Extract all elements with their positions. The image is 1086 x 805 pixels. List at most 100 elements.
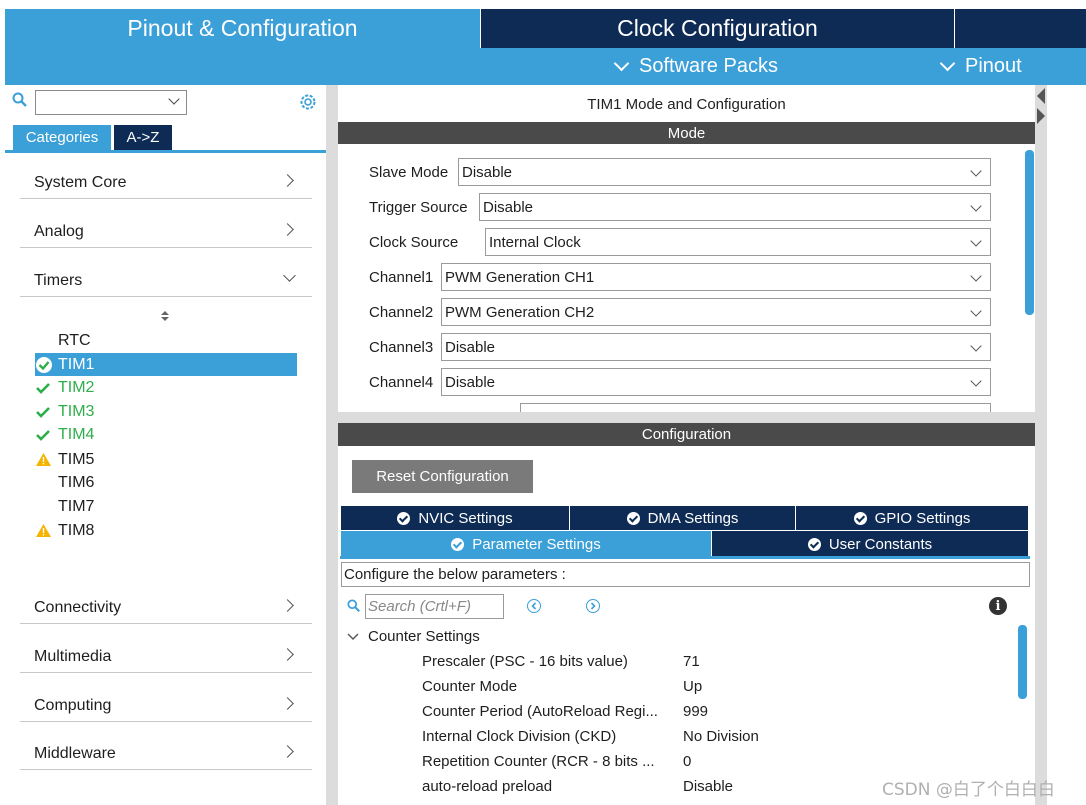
- chevron-right-icon: [281, 223, 294, 236]
- category-computing[interactable]: Computing: [20, 674, 312, 722]
- channel4-select[interactable]: Disable: [441, 368, 991, 396]
- mode-config-title: TIM1 Mode and Configuration: [587, 95, 786, 113]
- category-middleware[interactable]: Middleware: [20, 722, 312, 770]
- trigger-source-select[interactable]: Disable: [479, 193, 991, 221]
- param-value[interactable]: Disable: [683, 774, 733, 799]
- timer-label: TIM2: [58, 378, 95, 396]
- chevron-down-icon: [283, 269, 296, 282]
- timer-item-tim3[interactable]: TIM3: [35, 400, 297, 423]
- channel4-label: Channel4: [369, 373, 434, 391]
- mode-scrollbar[interactable]: [1025, 150, 1034, 315]
- timer-item-tim6[interactable]: TIM6: [35, 471, 297, 494]
- select-value: PWM Generation CH2: [445, 303, 595, 321]
- tab-gpio-settings[interactable]: GPIO Settings: [796, 506, 1028, 530]
- tab-parameter-settings[interactable]: Parameter Settings: [341, 531, 711, 557]
- category-multimedia[interactable]: Multimedia: [20, 625, 312, 673]
- gear-icon[interactable]: [298, 92, 318, 116]
- timer-label: RTC: [58, 331, 91, 349]
- search-icon: [347, 599, 361, 617]
- timer-item-tim8[interactable]: TIM8: [35, 519, 297, 542]
- tab-label: GPIO Settings: [874, 509, 971, 527]
- section-divider[interactable]: [338, 412, 1035, 423]
- parameter-search-input[interactable]: Search (Crtl+F): [365, 594, 504, 619]
- category-label: Connectivity: [34, 599, 122, 616]
- timer-item-tim7[interactable]: TIM7: [35, 495, 297, 518]
- check-circle-icon: [807, 537, 821, 551]
- tab-overflow[interactable]: [955, 9, 1086, 48]
- check-circle-icon: [853, 511, 867, 525]
- channel1-label: Channel1: [369, 268, 434, 286]
- select-value: Disable: [445, 338, 496, 356]
- category-label: Analog: [34, 223, 84, 240]
- channel2-select[interactable]: PWM Generation CH2: [441, 298, 991, 326]
- timer-item-tim4[interactable]: TIM4: [35, 423, 297, 446]
- timer-item-rtc[interactable]: RTC: [35, 329, 297, 352]
- reset-configuration-button[interactable]: Reset Configuration: [352, 460, 533, 493]
- category-connectivity[interactable]: Connectivity: [20, 576, 312, 624]
- timer-item-tim5[interactable]: TIM5: [35, 448, 297, 471]
- tab-label: Parameter Settings: [472, 535, 601, 553]
- category-label: Middleware: [34, 745, 116, 762]
- info-icon[interactable]: i: [989, 597, 1007, 615]
- sort-icon[interactable]: [158, 309, 172, 327]
- chevron-down-icon: [970, 375, 982, 387]
- slave-mode-select[interactable]: Disable: [458, 158, 991, 186]
- pinout-menu[interactable]: Pinout: [939, 48, 1022, 85]
- select-value: Internal Clock: [489, 233, 581, 251]
- combined-channels-select[interactable]: [520, 403, 991, 412]
- category-analog[interactable]: Analog: [20, 200, 312, 248]
- select-value: Disable: [462, 163, 513, 181]
- timer-label: TIM1: [58, 355, 95, 373]
- search-icon: [12, 92, 28, 112]
- previous-match-icon[interactable]: [527, 599, 541, 613]
- software-packs-menu[interactable]: Software Packs: [613, 48, 778, 85]
- group-label: Counter Settings: [368, 628, 480, 645]
- category-timers[interactable]: Timers: [20, 249, 312, 297]
- param-name: Counter Period (AutoReload Regi...: [422, 703, 658, 720]
- chevron-down-icon: [970, 270, 982, 282]
- tab-user-constants[interactable]: User Constants: [712, 531, 1028, 557]
- channel3-label: Channel3: [369, 338, 434, 356]
- parameter-scrollbar[interactable]: [1018, 625, 1027, 699]
- timer-item-tim2[interactable]: TIM2: [35, 376, 297, 399]
- tab-underline: [340, 556, 1030, 559]
- channel1-select[interactable]: PWM Generation CH1: [441, 263, 991, 291]
- tab-a-to-z[interactable]: A->Z: [114, 125, 172, 150]
- panel-divider[interactable]: [326, 85, 338, 805]
- timer-label: TIM7: [58, 497, 95, 515]
- tab-label: DMA Settings: [647, 509, 739, 527]
- tab-clock-configuration[interactable]: Clock Configuration: [481, 9, 954, 48]
- param-value[interactable]: 0: [683, 749, 691, 774]
- tab-nvic-settings[interactable]: NVIC Settings: [341, 506, 569, 530]
- chevron-right-icon: [281, 599, 294, 612]
- timer-label: TIM6: [58, 473, 95, 491]
- configure-hint: Configure the below parameters :: [341, 562, 1030, 587]
- channel3-select[interactable]: Disable: [441, 333, 991, 361]
- category-system-core[interactable]: System Core: [20, 151, 312, 199]
- counter-settings-group[interactable]: Counter Settings: [347, 624, 480, 649]
- collapse-arrow-icon[interactable]: [1037, 88, 1045, 128]
- status-none-icon: [35, 475, 55, 491]
- chevron-down-icon: [970, 200, 982, 212]
- clock-source-select[interactable]: Internal Clock: [485, 228, 991, 256]
- check-circle-icon: [35, 356, 55, 373]
- param-name: Counter Mode: [422, 678, 518, 695]
- right-panel-divider[interactable]: [1035, 85, 1047, 805]
- pinout-menu-label: Pinout: [965, 55, 1022, 77]
- tab-dma-settings[interactable]: DMA Settings: [570, 506, 795, 530]
- tab-pinout-configuration[interactable]: Pinout & Configuration: [5, 9, 480, 48]
- tab-categories[interactable]: Categories: [13, 125, 111, 150]
- param-value[interactable]: No Division: [683, 724, 759, 749]
- chevron-down-icon: [347, 633, 359, 640]
- tab-label: User Constants: [828, 535, 933, 553]
- check-circle-icon: [397, 511, 411, 525]
- param-value[interactable]: Up: [683, 674, 702, 699]
- category-search-select[interactable]: [35, 90, 187, 115]
- select-value: Disable: [483, 198, 534, 216]
- next-match-icon[interactable]: [586, 599, 600, 613]
- param-value[interactable]: 999: [683, 699, 708, 724]
- status-none-icon: [35, 333, 55, 349]
- chevron-down-icon: [970, 340, 982, 352]
- param-value[interactable]: 71: [683, 649, 700, 674]
- timer-item-tim1[interactable]: TIM1: [35, 353, 297, 376]
